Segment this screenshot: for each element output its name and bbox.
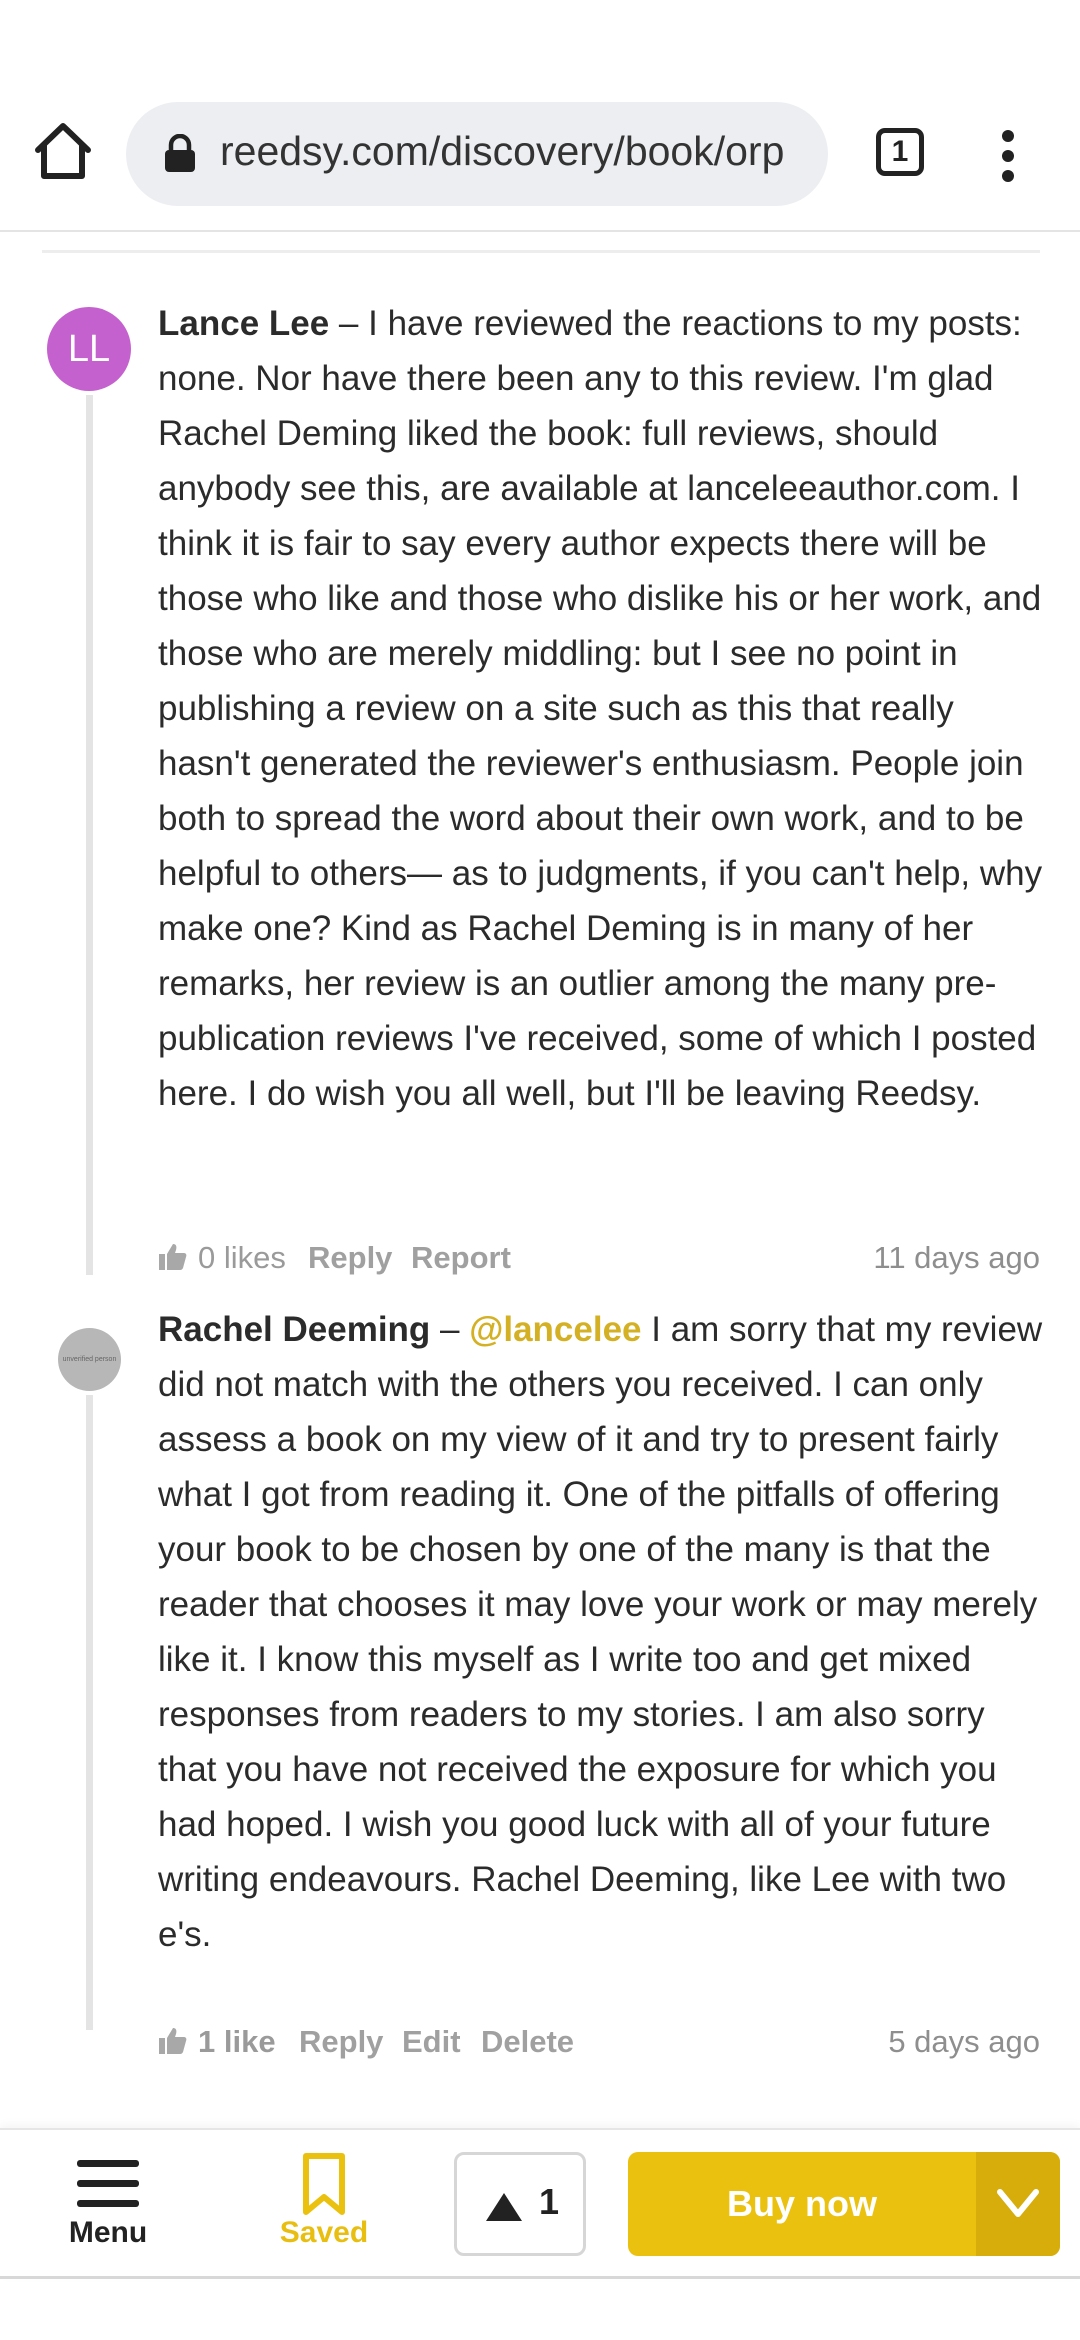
saved-button[interactable]: Saved bbox=[264, 2150, 384, 2260]
comment-author[interactable]: Lance Lee bbox=[158, 304, 329, 343]
like-count: 1 like bbox=[198, 2024, 276, 2059]
comment-actions: 0 likes Reply Report 11 days ago bbox=[158, 1240, 1040, 1280]
divider bbox=[0, 2276, 1080, 2279]
kebab-menu-icon bbox=[1002, 130, 1014, 182]
comment-text: I have reviewed the reactions to my post… bbox=[158, 304, 1043, 1113]
browser-toolbar: reedsy.com/discovery/book/orp 1 bbox=[0, 0, 1080, 232]
avatar[interactable]: unverified person bbox=[58, 1328, 121, 1391]
comment-timestamp: 11 days ago bbox=[873, 1240, 1040, 1275]
lock-icon bbox=[165, 134, 195, 172]
browser-menu-button[interactable] bbox=[988, 126, 1028, 186]
edit-button[interactable]: Edit bbox=[402, 2024, 461, 2060]
buy-now-button[interactable]: Buy now bbox=[628, 2152, 1060, 2256]
buy-now-label: Buy now bbox=[727, 2183, 877, 2224]
author-separator: – bbox=[430, 1310, 470, 1349]
author-separator: – bbox=[329, 304, 369, 343]
divider bbox=[42, 250, 1040, 253]
tab-switcher-button[interactable]: 1 bbox=[876, 128, 924, 176]
upvote-button[interactable]: 1 bbox=[454, 2152, 586, 2256]
menu-label: Menu bbox=[68, 2216, 148, 2249]
comment-body: Lance Lee – I have reviewed the reaction… bbox=[158, 296, 1044, 1121]
report-button[interactable]: Report bbox=[411, 1240, 511, 1276]
comment-timestamp: 5 days ago bbox=[888, 2024, 1040, 2059]
comment-actions: 1 like Reply Edit Delete 5 days ago bbox=[158, 2024, 1040, 2064]
like-count: 0 likes bbox=[198, 1240, 286, 1275]
thread-line bbox=[86, 1395, 93, 2030]
thread-line bbox=[86, 395, 93, 1275]
bookmark-icon bbox=[303, 2153, 345, 2215]
buy-options-dropdown[interactable] bbox=[976, 2152, 1060, 2256]
reply-button[interactable]: Reply bbox=[299, 2024, 383, 2060]
mention-link[interactable]: @lancelee bbox=[469, 1310, 641, 1349]
menu-button[interactable]: Menu bbox=[50, 2150, 166, 2260]
upvote-arrow-icon bbox=[486, 2193, 522, 2221]
chevron-down-icon bbox=[997, 2189, 1039, 2217]
comment-author[interactable]: Rachel Deeming bbox=[158, 1310, 430, 1349]
tab-count: 1 bbox=[891, 135, 909, 168]
comment-body: Rachel Deeming – @lancelee I am sorry th… bbox=[158, 1302, 1044, 1962]
home-icon bbox=[35, 123, 91, 179]
upvote-count: 1 bbox=[539, 2181, 560, 2222]
url-text: reedsy.com/discovery/book/orp bbox=[220, 128, 785, 174]
comment-text: I am sorry that my review did not match … bbox=[158, 1310, 1043, 1954]
delete-button[interactable]: Delete bbox=[481, 2024, 574, 2060]
avatar[interactable]: LL bbox=[47, 307, 131, 391]
reply-button[interactable]: Reply bbox=[308, 1240, 392, 1276]
thumbs-up-icon[interactable] bbox=[158, 1242, 188, 1272]
saved-label: Saved bbox=[279, 2216, 369, 2249]
home-button[interactable] bbox=[30, 118, 96, 184]
address-bar[interactable]: reedsy.com/discovery/book/orp bbox=[126, 102, 828, 206]
thumbs-up-icon[interactable] bbox=[158, 2026, 188, 2056]
menu-icon bbox=[77, 2160, 139, 2207]
